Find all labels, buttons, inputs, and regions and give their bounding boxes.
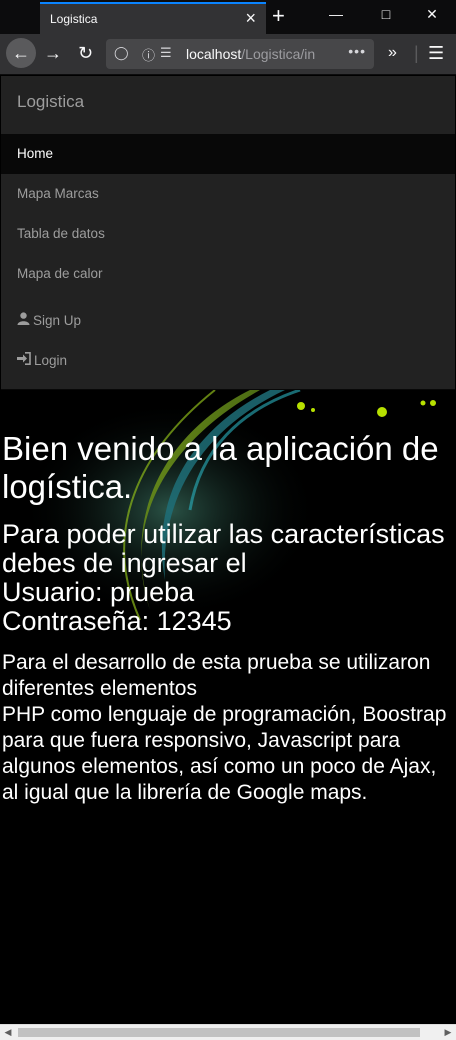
- nav-item-home[interactable]: Home: [1, 134, 455, 174]
- site-brand[interactable]: Logistica: [17, 92, 84, 112]
- back-icon[interactable]: ←: [6, 38, 36, 68]
- url-bar[interactable]: ◯ ⓘ ☰ localhost/Logistica/in •••: [106, 39, 374, 69]
- browser-toolbar: ← → ↻ ◯ ⓘ ☰ localhost/Logistica/in ••• »…: [0, 34, 456, 75]
- overflow-chevron-icon[interactable]: »: [388, 42, 397, 64]
- site-navbar: Logistica Home Mapa Marcas Tabla de dato…: [1, 76, 455, 390]
- nav-item-tabla-datos[interactable]: Tabla de datos: [1, 214, 455, 254]
- scrollbar-thumb[interactable]: [18, 1028, 420, 1037]
- horizontal-scrollbar[interactable]: ◀ ▶: [0, 1024, 456, 1040]
- tab-title: Logistica: [50, 12, 98, 26]
- info-icon[interactable]: ⓘ: [142, 45, 155, 64]
- url-text: localhost/Logistica/in: [186, 46, 336, 62]
- welcome-section: Bien venido a la aplicación de logística…: [2, 430, 452, 806]
- instructions-line: Para poder utilizar las características …: [2, 519, 445, 578]
- url-path: /Logistica/in: [241, 46, 316, 62]
- main-content: Bien venido a la aplicación de logística…: [0, 390, 456, 1024]
- description-line: PHP como lenguaje de programación, Boost…: [2, 703, 447, 804]
- login-icon: [17, 341, 31, 381]
- nav-item-mapa-calor[interactable]: Mapa de calor: [1, 254, 455, 294]
- permissions-icon[interactable]: ☰: [160, 45, 172, 61]
- description: Para el desarrollo de esta prueba se uti…: [2, 650, 452, 806]
- separator: |: [414, 43, 419, 63]
- url-host: localhost: [186, 46, 242, 62]
- nav-label: Mapa Marcas: [17, 186, 99, 201]
- close-tab-icon[interactable]: ×: [245, 8, 256, 28]
- close-window-icon[interactable]: ✕: [422, 6, 442, 23]
- shield-icon[interactable]: ◯: [114, 45, 129, 61]
- forward-icon[interactable]: →: [44, 42, 62, 64]
- nav-label: Home: [17, 146, 54, 161]
- nav-item-login[interactable]: Login: [1, 341, 455, 381]
- description-line: Para el desarrollo de esta prueba se uti…: [2, 651, 431, 700]
- scroll-right-icon[interactable]: ▶: [440, 1025, 456, 1040]
- browser-tab[interactable]: Logistica ×: [40, 2, 266, 34]
- nav-label: Login: [34, 353, 68, 368]
- scroll-left-icon[interactable]: ◀: [0, 1025, 16, 1040]
- password-line: Contraseña: 12345: [2, 606, 232, 636]
- user-icon: [17, 301, 30, 341]
- menu-icon[interactable]: ☰: [428, 42, 444, 64]
- instructions: Para poder utilizar las características …: [2, 520, 452, 636]
- nav-item-sign-up[interactable]: Sign Up: [1, 301, 455, 341]
- username-line: Usuario: prueba: [2, 577, 195, 607]
- browser-tabstrip: Logistica × + — □ ✕: [0, 0, 456, 34]
- nav-label: Sign Up: [33, 313, 82, 328]
- nav-item-mapa-marcas[interactable]: Mapa Marcas: [1, 174, 455, 214]
- minimize-icon[interactable]: —: [326, 6, 346, 22]
- nav-label: Tabla de datos: [17, 226, 105, 241]
- nav-label: Mapa de calor: [17, 266, 103, 281]
- reload-icon[interactable]: ↻: [78, 42, 93, 64]
- page-title: Bien venido a la aplicación de logística…: [2, 430, 439, 505]
- new-tab-icon[interactable]: +: [272, 4, 285, 28]
- maximize-icon[interactable]: □: [376, 6, 396, 22]
- page-actions-icon[interactable]: •••: [348, 43, 366, 59]
